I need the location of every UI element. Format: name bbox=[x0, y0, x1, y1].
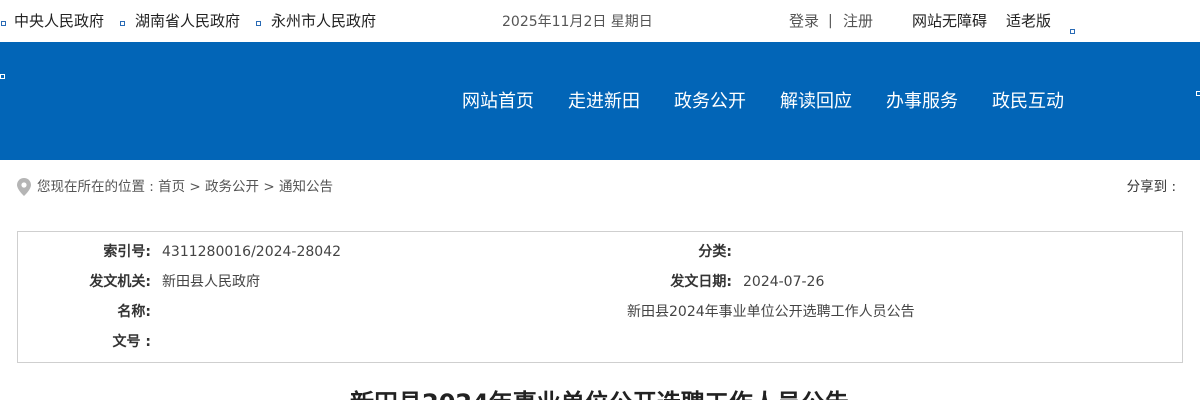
breadcrumb-arrow: > bbox=[185, 179, 206, 195]
main-nav: 网站首页 走进新田 政务公开 解读回应 办事服务 政民互动 bbox=[0, 42, 1200, 160]
article-title: 新田县2024年事业单位公开选聘工作人员公告 bbox=[350, 388, 849, 400]
login-separator: | bbox=[828, 13, 833, 29]
nav-item-about[interactable]: 走进新田 bbox=[568, 90, 640, 114]
link-central-gov[interactable]: 中央人民政府 bbox=[14, 11, 104, 31]
location-pin-icon bbox=[17, 178, 31, 196]
elderly-mode-link[interactable]: 适老版 bbox=[1006, 11, 1051, 31]
nav-item-home[interactable]: 网站首页 bbox=[462, 90, 534, 114]
nav-item-interpretation[interactable]: 解读回应 bbox=[780, 90, 852, 114]
document-info-box: 索引号: 4311280016/2024-28042 分类: 发文机关: 新田县… bbox=[17, 231, 1183, 363]
accessibility-link[interactable]: 网站无障碍 bbox=[912, 11, 987, 31]
docno-label: 文号 : bbox=[112, 334, 151, 350]
index-value: 4311280016/2024-28042 bbox=[162, 244, 342, 260]
nav-corner-icon bbox=[0, 74, 5, 79]
current-date: 2025年11月2日 星期日 bbox=[502, 14, 653, 30]
breadcrumb-prefix: 您现在所在的位置 : bbox=[37, 179, 159, 195]
breadcrumb-home[interactable]: 首页 bbox=[158, 179, 185, 195]
link-yongzhou-gov[interactable]: 永州市人民政府 bbox=[271, 11, 376, 31]
nav-item-services[interactable]: 办事服务 bbox=[886, 90, 958, 114]
bullet-icon bbox=[120, 21, 125, 26]
nav-item-gov-affairs[interactable]: 政务公开 bbox=[674, 90, 746, 114]
login-link[interactable]: 登录 bbox=[789, 11, 819, 31]
nav-item-interaction[interactable]: 政民互动 bbox=[992, 90, 1064, 114]
nav-corner-icon bbox=[1196, 91, 1200, 96]
breadcrumb: 您现在所在的位置 : 首页 > 政务公开 > 通知公告 分享到 : bbox=[0, 160, 1200, 230]
bullet-icon bbox=[256, 21, 261, 26]
breadcrumb-gov-affairs[interactable]: 政务公开 bbox=[205, 179, 259, 195]
breadcrumb-text: 您现在所在的位置 : 首页 > 政务公开 > 通知公告 bbox=[37, 178, 337, 196]
breadcrumb-arrow: > bbox=[259, 179, 279, 195]
name-value: 新田县2024年事业单位公开选聘工作人员公告 bbox=[627, 304, 915, 320]
name-label: 名称: bbox=[117, 304, 151, 320]
top-bar: 中央人民政府 湖南省人民政府 永州市人民政府 2025年11月2日 星期日 登录… bbox=[0, 0, 1200, 42]
share-label[interactable]: 分享到 : bbox=[1127, 178, 1176, 196]
bullet-icon bbox=[1, 21, 6, 26]
date-value: 2024-07-26 bbox=[743, 274, 825, 290]
issuer-value: 新田县人民政府 bbox=[162, 274, 260, 290]
link-hunan-gov[interactable]: 湖南省人民政府 bbox=[135, 11, 240, 31]
register-link[interactable]: 注册 bbox=[843, 11, 873, 31]
bullet-icon bbox=[1070, 29, 1075, 34]
index-label: 索引号: bbox=[103, 244, 151, 260]
date-label: 发文日期: bbox=[670, 274, 732, 290]
breadcrumb-notices[interactable]: 通知公告 bbox=[279, 179, 333, 195]
category-label: 分类: bbox=[698, 244, 732, 260]
issuer-label: 发文机关: bbox=[89, 274, 151, 290]
